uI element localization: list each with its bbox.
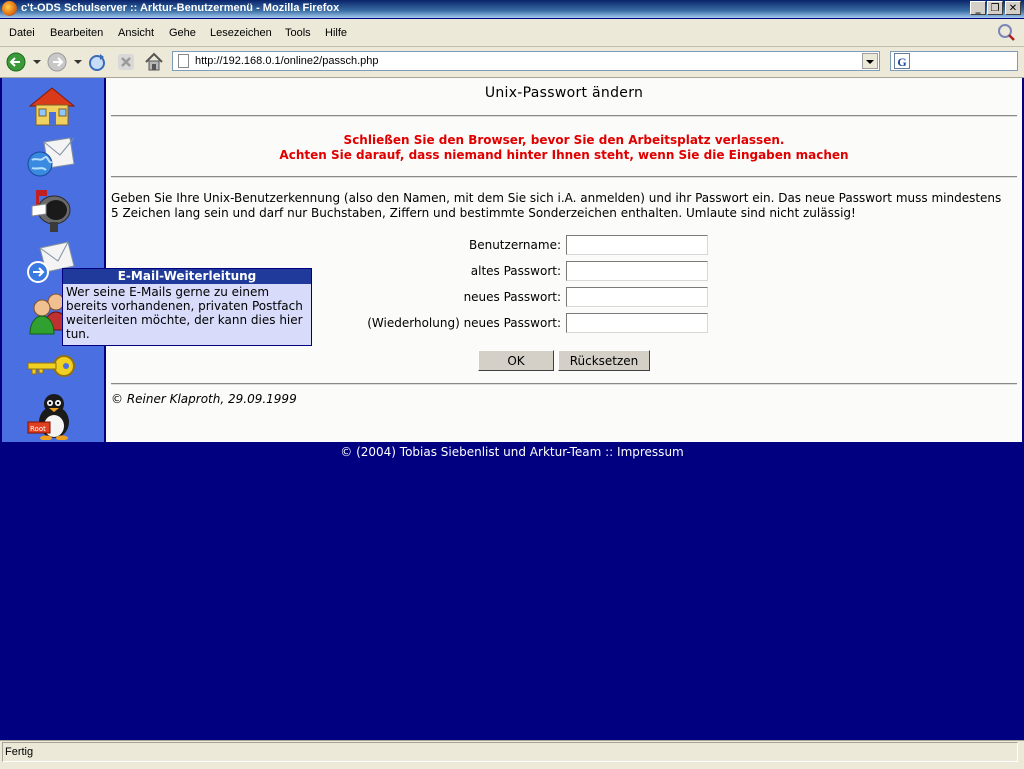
back-arrow-icon [6, 52, 26, 72]
author-note: © Reiner Klaproth, 29.09.1999 [111, 392, 297, 406]
minimize-button[interactable]: _ [970, 1, 986, 15]
menu-lesezeichen[interactable]: Lesezeichen [210, 27, 272, 39]
menu-tools[interactable]: Tools [285, 27, 311, 39]
page-title: Unix-Passwort ändern [484, 85, 644, 101]
root-badge: Root [30, 425, 46, 433]
repeat-password-field[interactable] [566, 313, 708, 333]
username-label: Benutzername: [468, 238, 561, 252]
forward-arrow-icon [47, 52, 67, 72]
main-content: Unix-Passwort ändern Schließen Sie den B… [106, 78, 1022, 442]
key-icon [27, 355, 75, 377]
globe-mail-icon [27, 137, 75, 177]
firefox-icon [2, 1, 17, 16]
search-box[interactable]: G [890, 51, 1018, 71]
page-icon [178, 54, 189, 68]
tooltip: E-Mail-Weiterleitung Wer seine E-Mails g… [62, 268, 312, 346]
divider [111, 115, 1017, 117]
menu-hilfe[interactable]: Hilfe [325, 27, 347, 39]
warning-line-2: Achten Sie darauf, dass niemand hinter I… [279, 148, 849, 162]
sidebar-item-mailbox[interactable] [26, 186, 78, 232]
status-bar: Fertig [0, 740, 1024, 769]
status-cell [2, 742, 1018, 762]
page-footer[interactable]: © (2004) Tobias Siebenlist und Arktur-Te… [0, 445, 1024, 459]
old-password-label: altes Passwort: [470, 264, 561, 278]
window-title-bar[interactable]: c't-ODS Schulserver :: Arktur-Benutzerme… [0, 0, 1024, 18]
close-button[interactable]: ✕ [1005, 1, 1021, 15]
forward-dropdown-icon[interactable] [74, 60, 82, 64]
google-search-icon[interactable]: G [894, 53, 910, 69]
stop-icon [118, 54, 134, 70]
sidebar-item-webmail[interactable] [26, 134, 78, 180]
url-history-dropdown-icon[interactable] [862, 53, 878, 69]
reload-icon [89, 54, 105, 71]
divider [111, 383, 1017, 385]
forward-button[interactable] [46, 51, 68, 73]
back-button[interactable] [5, 51, 27, 73]
url-input[interactable] [195, 53, 855, 69]
window-title: c't-ODS Schulserver :: Arktur-Benutzerme… [21, 2, 340, 14]
sidebar: Root [2, 78, 106, 442]
stop-button[interactable] [115, 51, 137, 73]
back-dropdown-icon[interactable] [33, 60, 41, 64]
divider [111, 176, 1017, 178]
menu-gehe[interactable]: Gehe [169, 27, 196, 39]
menu-bar: Datei Bearbeiten Ansicht Gehe Lesezeiche… [0, 19, 1024, 47]
mailbox-icon [31, 190, 71, 232]
warning-line-1: Schließen Sie den Browser, bevor Sie den… [343, 133, 785, 147]
menu-ansicht[interactable]: Ansicht [118, 27, 154, 39]
maximize-button[interactable]: ❐ [987, 1, 1003, 15]
new-password-field[interactable] [566, 287, 708, 307]
url-bar[interactable] [172, 51, 880, 71]
sidebar-item-password[interactable] [26, 342, 78, 388]
repeat-password-label: (Wiederholung) neues Passwort: [367, 316, 561, 330]
reset-button[interactable]: Rücksetzen [558, 350, 650, 371]
old-password-field[interactable] [566, 261, 708, 281]
home-button[interactable] [143, 51, 165, 73]
status-text: Fertig [5, 746, 34, 758]
tooltip-title: E-Mail-Weiterleitung [63, 269, 311, 284]
menu-datei[interactable]: Datei [9, 27, 35, 39]
home-icon [28, 87, 76, 126]
sidebar-item-root[interactable]: Root [26, 392, 78, 441]
navigation-toolbar: G [0, 47, 1024, 78]
menu-bearbeiten[interactable]: Bearbeiten [50, 27, 103, 39]
reload-button[interactable] [86, 51, 108, 73]
new-password-label: neues Passwort: [463, 290, 561, 304]
home-toolbar-icon [145, 52, 163, 71]
tooltip-text: Wer seine E-Mails gerne zu einem bereits… [66, 285, 303, 341]
page-viewport: Root Unix-Passwort ändern Schließen Sie … [0, 78, 1024, 740]
intro-text: Geben Sie Ihre Unix-Benutzerkennung (als… [111, 191, 1002, 220]
username-field[interactable] [566, 235, 708, 255]
throbber-icon [998, 24, 1015, 41]
ok-button[interactable]: OK [478, 350, 554, 371]
sidebar-item-home[interactable] [26, 86, 78, 132]
